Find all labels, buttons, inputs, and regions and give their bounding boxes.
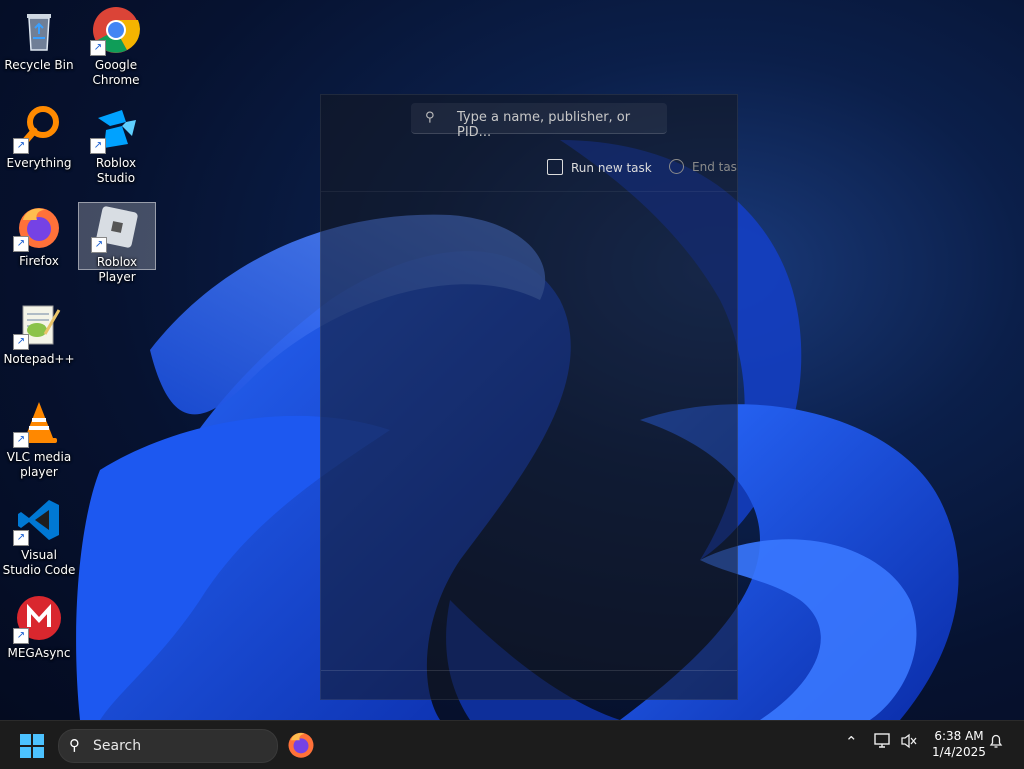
icon-label: Roblox Studio bbox=[95, 156, 137, 185]
run-new-task-button[interactable]: Run new task bbox=[547, 159, 652, 175]
taskbar: ⚲ Search ⌃ 6:38 AM 1/4/2025 bbox=[0, 720, 1024, 769]
windows-logo-icon bbox=[20, 734, 31, 745]
network-icon[interactable] bbox=[874, 733, 892, 753]
desktop-icon-roblox-player[interactable]: ↗ Roblox Player bbox=[78, 202, 156, 284]
icon-label: Notepad++ bbox=[3, 352, 75, 366]
icon-label: Google Chrome bbox=[92, 58, 140, 87]
taskbar-firefox-button[interactable] bbox=[286, 729, 316, 759]
end-task-button[interactable]: End task bbox=[669, 159, 737, 174]
windows-logo-pane bbox=[20, 747, 31, 758]
run-new-task-label: Run new task bbox=[571, 161, 652, 175]
shortcut-arrow-icon: ↗ bbox=[13, 432, 29, 448]
end-task-label: End task bbox=[692, 160, 737, 174]
desktop-icon-everything[interactable]: ↗ Everything bbox=[1, 98, 77, 171]
firefox-icon bbox=[288, 732, 314, 758]
shortcut-arrow-icon: ↗ bbox=[13, 628, 29, 644]
desktop-icon-notepadpp[interactable]: ↗ Notepad++ bbox=[1, 294, 77, 367]
roblox-player-icon: ↗ bbox=[91, 203, 141, 253]
clock-date: 1/4/2025 bbox=[932, 745, 986, 759]
windows-logo-pane bbox=[33, 747, 44, 758]
notepadpp-icon: ↗ bbox=[13, 300, 63, 350]
run-task-icon bbox=[547, 159, 563, 175]
desktop-icon-firefox[interactable]: ↗ Firefox bbox=[1, 196, 77, 269]
chrome-icon: ↗ bbox=[90, 6, 140, 56]
clock-time: 6:38 AM bbox=[934, 729, 984, 743]
show-hidden-icons-chevron-up-icon[interactable]: ⌃ bbox=[845, 733, 858, 751]
desktop-icon-google-chrome[interactable]: ↗ Google Chrome bbox=[78, 0, 154, 88]
recycle-bin-icon bbox=[15, 6, 63, 54]
start-button[interactable] bbox=[20, 734, 44, 758]
system-clock[interactable]: 6:38 AM 1/4/2025 bbox=[924, 728, 994, 760]
desktop-icon-recycle-bin[interactable]: Recycle Bin bbox=[1, 0, 77, 73]
vlc-icon: ↗ bbox=[13, 398, 63, 448]
task-manager-window[interactable]: ⚲ Type a name, publisher, or PID... Run … bbox=[320, 94, 738, 700]
megasync-icon: ↗ bbox=[13, 594, 63, 644]
shortcut-arrow-icon: ↗ bbox=[13, 138, 29, 154]
icon-label: Visual Studio Code bbox=[2, 548, 76, 577]
desktop-icon-vscode[interactable]: ↗ Visual Studio Code bbox=[1, 490, 77, 578]
desktop-icon-megasync[interactable]: ↗ MEGAsync bbox=[1, 588, 77, 661]
shortcut-arrow-icon: ↗ bbox=[13, 334, 29, 350]
roblox-studio-icon: ↗ bbox=[90, 104, 140, 154]
vscode-icon: ↗ bbox=[13, 496, 63, 546]
shortcut-arrow-icon: ↗ bbox=[90, 40, 106, 56]
icon-label: MEGAsync bbox=[7, 646, 71, 660]
windows-logo-pane bbox=[33, 734, 44, 745]
shortcut-arrow-icon: ↗ bbox=[13, 236, 29, 252]
divider bbox=[321, 670, 737, 671]
icon-label: Everything bbox=[6, 156, 72, 170]
taskbar-search-box[interactable]: ⚲ Search bbox=[58, 729, 278, 763]
shortcut-arrow-icon: ↗ bbox=[13, 530, 29, 546]
icon-label: Recycle Bin bbox=[4, 58, 74, 72]
taskbar-search-label: Search bbox=[93, 738, 142, 754]
icon-label: Roblox Player bbox=[96, 255, 138, 284]
icon-label: VLC media player bbox=[6, 450, 72, 479]
shortcut-arrow-icon: ↗ bbox=[91, 237, 107, 253]
divider bbox=[321, 191, 737, 192]
end-task-icon bbox=[669, 159, 684, 174]
desktop-icon-vlc[interactable]: ↗ VLC media player bbox=[1, 392, 77, 480]
shortcut-arrow-icon: ↗ bbox=[90, 138, 106, 154]
search-icon: ⚲ bbox=[425, 110, 435, 125]
search-placeholder: Type a name, publisher, or PID... bbox=[457, 110, 631, 140]
notifications-bell-icon[interactable] bbox=[988, 733, 1004, 753]
everything-icon: ↗ bbox=[13, 104, 63, 154]
volume-muted-icon[interactable] bbox=[900, 733, 918, 753]
firefox-icon: ↗ bbox=[13, 202, 63, 252]
icon-label: Firefox bbox=[19, 254, 59, 268]
desktop-icon-roblox-studio[interactable]: ↗ Roblox Studio bbox=[78, 98, 154, 186]
task-manager-search-input[interactable]: ⚲ Type a name, publisher, or PID... bbox=[411, 103, 667, 140]
search-icon: ⚲ bbox=[69, 736, 80, 754]
